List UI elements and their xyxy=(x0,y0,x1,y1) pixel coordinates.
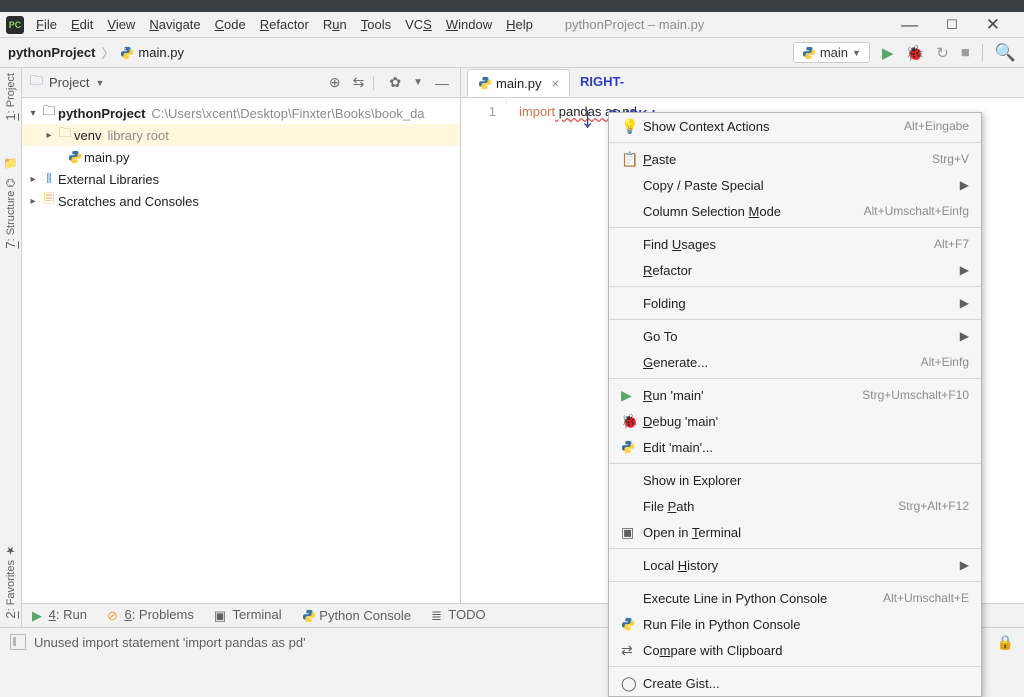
ctx-item[interactable]: Show in Explorer xyxy=(609,467,981,493)
rail-favorites[interactable]: 2: Favorites ★ xyxy=(3,544,18,619)
menu-file[interactable]: File xyxy=(30,14,63,35)
tw-terminal[interactable]: ▣ Terminal xyxy=(214,607,282,624)
ctx-item[interactable]: 💡Show Context ActionsAlt+Eingabe xyxy=(609,113,981,139)
chevron-down-icon[interactable]: ▼ xyxy=(410,77,426,88)
editor-tab-bar: main.py × xyxy=(461,68,1024,98)
debug-button-icon[interactable]: 🐞 xyxy=(906,44,925,62)
menu-navigate[interactable]: Navigate xyxy=(143,14,206,35)
search-icon[interactable]: 🔍 xyxy=(995,43,1016,63)
tree-root[interactable]: ▾ 🗀 pythonProject C:\Users\xcent\Desktop… xyxy=(22,102,460,124)
tree-scratches[interactable]: ▸ 🗏 Scratches and Consoles xyxy=(22,190,460,212)
chevron-down-icon[interactable]: ▼ xyxy=(95,78,104,88)
python-file-icon xyxy=(478,76,492,90)
project-pane-header: 🗀 Project ▼ ⊕ ⇆ ✿ ▼ — xyxy=(22,68,460,98)
folder-icon: 🗀 xyxy=(30,72,43,94)
menu-edit[interactable]: Edit xyxy=(65,14,99,35)
editor-tab-main[interactable]: main.py × xyxy=(467,69,570,97)
menu-help[interactable]: Help xyxy=(500,14,539,35)
ctx-item[interactable]: Local History▶ xyxy=(609,552,981,578)
menu-refactor[interactable]: Refactor xyxy=(254,14,315,35)
ctx-item[interactable]: Generate...Alt+Einfg xyxy=(609,349,981,375)
breadcrumb-bar: pythonProject 〉 main.py main▼ ▶ 🐞 ↻ ■ 🔍 xyxy=(0,37,1024,67)
app-icon: PC xyxy=(6,16,24,34)
ctx-item[interactable]: Folding▶ xyxy=(609,290,981,316)
tw-python-console[interactable]: Python Console xyxy=(302,608,411,624)
folder-icon: 🗀 xyxy=(40,102,58,124)
breadcrumb-file[interactable]: main.py xyxy=(138,45,184,60)
tree-external-libraries[interactable]: ▸ ⫴ External Libraries xyxy=(22,168,460,190)
lock-icon[interactable]: 🔒 xyxy=(997,634,1014,651)
python-file-icon xyxy=(66,150,84,164)
ctx-item[interactable]: ⇄Compare with Clipboard xyxy=(609,637,981,663)
ctx-item[interactable]: File PathStrg+Alt+F12 xyxy=(609,493,981,519)
menu-tools[interactable]: Tools xyxy=(355,14,397,35)
ctx-item[interactable]: Run File in Python Console xyxy=(609,611,981,637)
menu-view[interactable]: View xyxy=(101,14,141,35)
breadcrumb-project[interactable]: pythonProject xyxy=(8,45,95,60)
run-button-icon[interactable]: ▶ xyxy=(882,44,894,62)
window-title: pythonProject – main.py xyxy=(565,17,704,32)
status-message: Unused import statement 'import pandas a… xyxy=(34,635,306,650)
menu-vcs[interactable]: VCS xyxy=(399,14,438,35)
stop-icon[interactable]: ■ xyxy=(961,44,970,61)
close-icon[interactable]: ✕ xyxy=(986,15,1000,35)
ctx-item[interactable]: Copy / Paste Special▶ xyxy=(609,172,981,198)
tool-windows-toggle-icon[interactable] xyxy=(10,634,26,650)
expand-all-icon[interactable]: ⇆ xyxy=(350,74,368,91)
hide-icon[interactable]: — xyxy=(432,75,452,91)
editor-context-menu: 💡Show Context ActionsAlt+Eingabe 📋PasteSt… xyxy=(608,112,982,697)
ctx-item[interactable]: Column Selection ModeAlt+Umschalt+Einfg xyxy=(609,198,981,224)
ctx-item[interactable]: Execute Line in Python ConsoleAlt+Umscha… xyxy=(609,585,981,611)
menu-run[interactable]: Run xyxy=(317,14,353,35)
ctx-item[interactable]: Edit 'main'... xyxy=(609,434,981,460)
rail-project[interactable]: 1: Project xyxy=(3,73,18,121)
coverage-icon[interactable]: ↻ xyxy=(936,44,949,62)
project-tree: ▾ 🗀 pythonProject C:\Users\xcent\Desktop… xyxy=(22,98,460,212)
python-file-icon xyxy=(120,46,134,60)
gutter: 1 xyxy=(461,98,507,104)
menu-code[interactable]: Code xyxy=(209,14,252,35)
locate-icon[interactable]: ⊕ xyxy=(326,74,344,91)
scratches-icon: 🗏 xyxy=(40,190,58,212)
run-config-selector[interactable]: main▼ xyxy=(793,42,870,63)
ctx-item[interactable]: Find UsagesAlt+F7 xyxy=(609,231,981,257)
gear-icon[interactable]: ✿ xyxy=(386,74,404,91)
ctx-item[interactable]: 📋PasteStrg+V xyxy=(609,146,981,172)
ctx-item[interactable]: ◯Create Gist... xyxy=(609,670,981,696)
library-icon: ⫴ xyxy=(40,171,58,187)
tw-run[interactable]: ▶ 4: Run xyxy=(32,607,87,624)
tw-todo[interactable]: ≣ TODO xyxy=(431,607,486,624)
minimize-icon[interactable]: — xyxy=(901,15,918,35)
project-tool-window: 🗀 Project ▼ ⊕ ⇆ ✿ ▼ — ▾ 🗀 pythonProject … xyxy=(22,68,460,612)
ctx-item[interactable]: 🐞Debug 'main' xyxy=(609,408,981,434)
tree-venv[interactable]: ▸ 🗀 venv library root xyxy=(22,124,460,146)
ctx-item[interactable]: Go To▶ xyxy=(609,323,981,349)
ctx-item[interactable]: ▣Open in Terminal xyxy=(609,519,981,545)
tree-file-main[interactable]: main.py xyxy=(22,146,460,168)
close-icon[interactable]: × xyxy=(552,76,560,91)
tw-problems[interactable]: ⊘ 6: Problems xyxy=(107,607,194,624)
ctx-item[interactable]: ▶Run 'main'Strg+Umschalt+F10 xyxy=(609,382,981,408)
folder-icon: 🗀 xyxy=(56,124,74,146)
rail-structure[interactable]: 7: Structure ⌬ xyxy=(3,178,18,249)
menu-bar: PC File Edit View Navigate Code Refactor… xyxy=(0,12,1024,37)
ctx-item[interactable]: Refactor▶ xyxy=(609,257,981,283)
maximize-icon[interactable]: ☐ xyxy=(946,17,958,33)
tool-window-rail-left: 1: Project 📁 7: Structure ⌬ 2: Favorites… xyxy=(0,68,22,627)
menu-window[interactable]: Window xyxy=(440,14,498,35)
folder-icon: 📁 xyxy=(3,156,18,170)
